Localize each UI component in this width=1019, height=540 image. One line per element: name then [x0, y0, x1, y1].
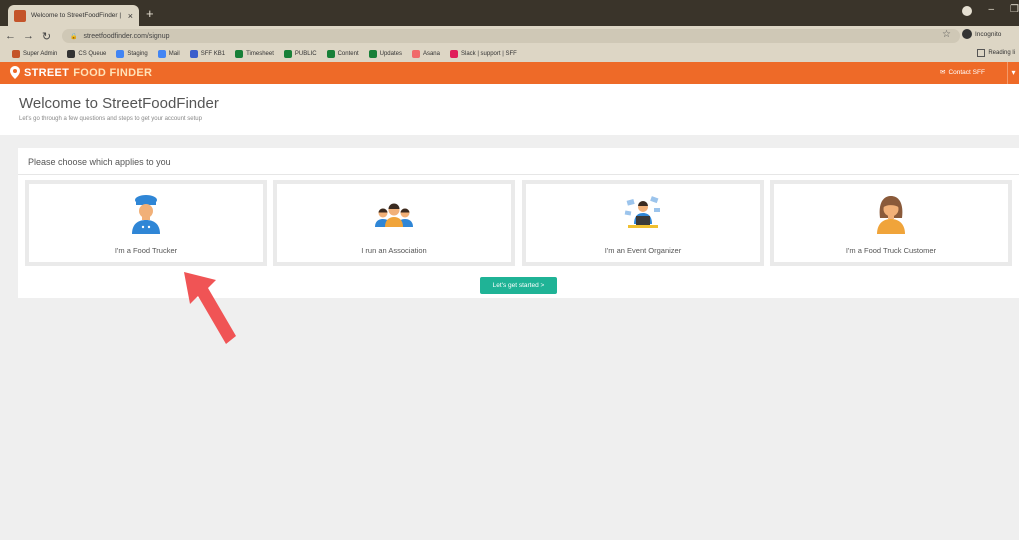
bookmarks-bar: Super Admin CS Queue Staging Mail SFF KB1 Tim…: [0, 46, 1019, 62]
bookmark-favicon-icon: [12, 50, 20, 58]
site-logo[interactable]: STREET FOOD FINDER: [10, 66, 152, 79]
tab-title: Welcome to StreetFoodFinder | S: [31, 12, 123, 19]
bookmark-star-icon[interactable]: ☆: [942, 29, 951, 40]
customer-icon: [877, 196, 905, 234]
bookmark-favicon-icon: [67, 50, 76, 58]
incognito-profile[interactable]: Incognito: [962, 29, 1001, 39]
contact-link[interactable]: ✉ Contact SFF: [940, 68, 985, 77]
reload-icon[interactable]: ↻: [39, 30, 54, 43]
bookmark-item[interactable]: Timesheet: [235, 50, 274, 58]
bookmark-favicon-icon: [116, 50, 125, 58]
organizer-icon: [624, 196, 660, 228]
mail-icon: ✉: [940, 69, 946, 76]
bookmark-item[interactable]: Asana: [411, 50, 440, 58]
bookmark-label: Content: [337, 51, 359, 57]
new-tab-button[interactable]: +: [146, 6, 154, 21]
forward-icon[interactable]: →: [21, 30, 36, 42]
bookmark-favicon-icon: [326, 50, 335, 58]
bookmark-item[interactable]: Super Admin: [12, 50, 57, 58]
reading-list-button[interactable]: Reading li: [977, 49, 1015, 57]
option-event-organizer[interactable]: I'm an Event Organizer: [522, 180, 764, 266]
option-food-truck-customer[interactable]: I'm a Food Truck Customer: [770, 180, 1012, 266]
option-association[interactable]: I run an Association: [273, 180, 515, 266]
bookmark-label: Asana: [422, 51, 440, 57]
bookmark-favicon-icon: [235, 50, 244, 58]
browser-tab[interactable]: Welcome to StreetFoodFinder | S ×: [8, 5, 139, 26]
location-pin-icon: [10, 66, 20, 79]
bookmark-label: Slack | support | SFF: [460, 51, 517, 57]
contact-label: Contact SFF: [948, 68, 985, 76]
bookmark-favicon-icon: [411, 50, 420, 58]
option-label: I run an Association: [361, 246, 427, 255]
bookmark-favicon-icon: [449, 50, 458, 58]
site-header: STREET FOOD FINDER ✉ Contact SFF ▾: [0, 62, 1019, 84]
window-controls: – ❐: [962, 4, 1019, 16]
option-food-trucker[interactable]: I'm a Food Trucker: [25, 180, 267, 266]
url-text: streetfoodfinder.com/signup: [83, 32, 170, 40]
extension-icon[interactable]: [962, 6, 973, 16]
lock-icon: 🔒: [70, 33, 78, 40]
logo-street-text: STREET: [24, 66, 70, 79]
site-favicon-icon: [14, 9, 26, 22]
incognito-icon: [962, 29, 972, 39]
close-tab-icon[interactable]: ×: [128, 11, 133, 21]
group-icon: [375, 203, 413, 227]
bookmark-item[interactable]: PUBLIC: [283, 50, 317, 58]
chooser-title: Please choose which applies to you: [28, 157, 171, 167]
bookmark-label: CS Queue: [78, 51, 107, 57]
bookmark-label: SFF KB1: [200, 51, 226, 57]
browser-toolbar: ← → ↻ 🔒 streetfoodfinder.com/signup ☆ In…: [0, 26, 1019, 46]
reading-list-label: Reading li: [988, 50, 1015, 56]
bookmark-item[interactable]: Updates: [368, 50, 402, 58]
bookmark-item[interactable]: CS Queue: [67, 50, 106, 58]
reading-list-icon: [977, 49, 986, 57]
bookmark-favicon-icon: [157, 50, 166, 58]
bookmark-item[interactable]: Slack | support | SFF: [449, 50, 517, 58]
bookmark-label: Staging: [127, 51, 148, 57]
logo-food-text: FOOD FINDER: [73, 66, 153, 79]
page-title: Welcome to StreetFoodFinder: [19, 95, 219, 112]
bookmark-item[interactable]: SFF KB1: [189, 50, 226, 58]
divider: [18, 174, 1019, 175]
browser-tabstrip: Welcome to StreetFoodFinder | S × + – ❐: [0, 0, 1019, 26]
incognito-label: Incognito: [975, 30, 1002, 38]
option-label: I'm a Food Truck Customer: [845, 246, 937, 255]
bookmark-label: PUBLIC: [294, 51, 317, 57]
bookmark-favicon-icon: [368, 50, 377, 58]
bookmark-favicon-icon: [283, 50, 292, 58]
get-started-button[interactable]: Let's get started >: [480, 277, 557, 294]
bookmark-item[interactable]: Content: [326, 50, 359, 58]
bookmark-label: Mail: [168, 51, 180, 57]
page-subtitle: Let's go through a few questions and ste…: [19, 116, 202, 122]
bookmark-favicon-icon: [189, 50, 198, 58]
bookmark-label: Timesheet: [246, 51, 274, 57]
chef-icon: [132, 195, 160, 234]
restore-icon[interactable]: ❐: [1010, 4, 1019, 16]
bookmark-label: Super Admin: [23, 51, 58, 57]
bookmark-item[interactable]: Staging: [116, 50, 148, 58]
bookmark-label: Updates: [379, 51, 402, 57]
option-label: I'm an Event Organizer: [604, 246, 682, 255]
header-dropdown-icon[interactable]: ▾: [1007, 62, 1019, 84]
option-label: I'm a Food Trucker: [114, 246, 178, 255]
bookmark-item[interactable]: Mail: [157, 50, 180, 58]
address-bar[interactable]: 🔒 streetfoodfinder.com/signup: [62, 29, 960, 43]
role-chooser-panel: Please choose which applies to you I'm a…: [18, 148, 1019, 298]
annotation-arrow-icon: [184, 272, 236, 344]
back-icon[interactable]: ←: [3, 30, 18, 42]
minimize-icon[interactable]: –: [988, 4, 994, 16]
